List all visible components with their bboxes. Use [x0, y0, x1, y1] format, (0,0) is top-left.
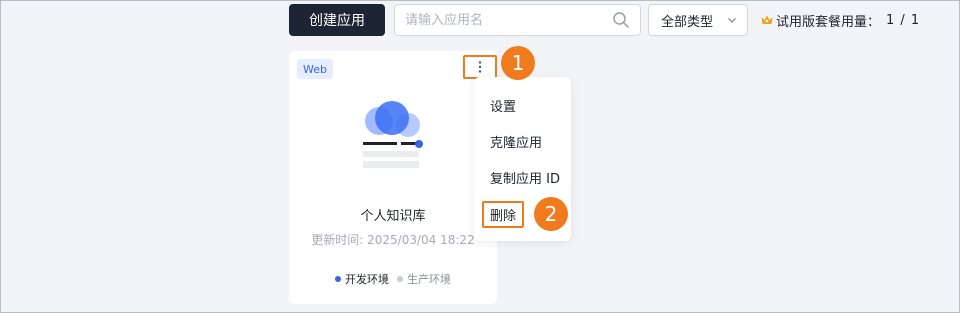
env-dev: 开发环境: [335, 271, 389, 287]
search-input[interactable]: [405, 12, 612, 28]
app-updated-time: 更新时间: 2025/03/04 18:22: [311, 233, 475, 247]
menu-item-settings[interactable]: 设置: [490, 96, 516, 115]
env-prod-label: 生产环境: [407, 273, 451, 286]
type-filter-select[interactable]: 全部类型: [648, 4, 748, 36]
env-prod: 生产环境: [397, 271, 451, 287]
search-box[interactable]: [394, 4, 641, 36]
plan-usage-label: 试用版套餐用量：: [776, 14, 881, 30]
type-filter-value: 全部类型: [661, 14, 714, 30]
callout-step-2: 2: [534, 197, 568, 231]
menu-item-copy-app-id[interactable]: 复制应用 ID: [490, 168, 560, 187]
create-app-button[interactable]: 创建应用: [289, 4, 385, 36]
app-name: 个人知识库: [360, 209, 426, 224]
menu-item-clone-app[interactable]: 克隆应用: [490, 132, 542, 151]
status-dot-dev: [335, 276, 341, 282]
plan-usage: 试用版套餐用量： 1 / 1: [760, 4, 920, 36]
search-icon[interactable]: [612, 11, 630, 29]
more-vertical-icon: [478, 61, 482, 73]
more-actions-button[interactable]: [463, 55, 497, 79]
environment-status: 开发环境 生产环境: [289, 271, 497, 287]
app-type-badge: Web: [297, 59, 333, 79]
chevron-down-icon: [728, 18, 736, 23]
crown-icon: [761, 15, 773, 24]
callout-step-1: 1: [501, 46, 535, 80]
status-dot-prod: [397, 276, 403, 282]
menu-item-delete[interactable]: 删除: [482, 201, 525, 228]
plan-usage-value: 1 / 1: [886, 12, 921, 28]
knowledge-base-illustration: [363, 101, 423, 168]
app-card[interactable]: Web 个人知识库 更新时间: 2025/03/04 18:22 开发环境 生产…: [289, 51, 497, 304]
env-dev-label: 开发环境: [345, 273, 389, 286]
